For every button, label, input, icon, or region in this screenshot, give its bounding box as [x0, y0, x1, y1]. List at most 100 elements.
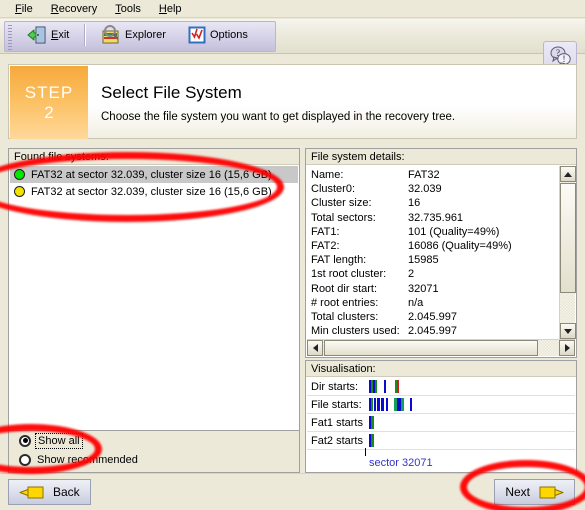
display-filter-group: Show all Show recommended — [8, 431, 300, 473]
visualisation-row-label: Dir starts: — [311, 380, 359, 393]
next-button[interactable]: Next — [494, 479, 575, 505]
file-system-list-item[interactable]: FAT32 at sector 32.039, cluster size 16 … — [10, 166, 298, 183]
visualisation-track[interactable] — [369, 434, 575, 447]
visualisation-mark — [371, 434, 374, 447]
detail-value: n/a — [408, 296, 424, 309]
menu-item-tools[interactable]: Tools — [106, 1, 150, 17]
menu-bar: File Recovery Tools Help — [0, 0, 585, 18]
visualisation-row: File starts: — [307, 396, 575, 414]
detail-row: FAT2: 16086 (Quality=49%) — [311, 239, 557, 253]
visualisation-mark — [374, 398, 376, 411]
visualisation-track[interactable] — [369, 380, 575, 393]
options-checklist-icon — [188, 26, 206, 44]
detail-key: Root dir start: — [311, 282, 378, 295]
detail-value: 15985 — [408, 254, 439, 267]
detail-value: 2.045.997 — [408, 310, 457, 323]
file-system-list-item[interactable]: FAT32 at sector 32.039, cluster size 16 … — [10, 183, 298, 200]
scroll-left-button[interactable] — [307, 340, 323, 356]
detail-row: Name: FAT32 — [311, 168, 557, 182]
horizontal-scroll-thumb[interactable] — [324, 340, 538, 356]
visualisation-track[interactable] — [369, 398, 575, 411]
navigation-bar: Back Next — [0, 473, 585, 510]
radio-button[interactable] — [19, 434, 31, 447]
detail-row: # root entries: n/a — [311, 296, 557, 310]
detail-row: FAT1: 101 (Quality=49%) — [311, 225, 557, 239]
detail-row: Cluster0: 32.039 — [311, 182, 557, 196]
detail-key: FAT length: — [311, 254, 367, 267]
details-vertical-scrollbar[interactable] — [559, 166, 576, 339]
detail-key: Min clusters used: — [311, 325, 400, 338]
detail-row: Min clusters used: 2.045.997 — [311, 324, 557, 338]
menu-item-file[interactable]: File — [6, 1, 42, 17]
radio-option-label: Show all — [35, 432, 83, 449]
page-subtitle: Choose the file system you want to get d… — [101, 111, 456, 123]
explorer-magnifier-icon — [101, 24, 121, 45]
radio-button[interactable] — [19, 453, 31, 466]
exit-button-label: Exit — [51, 28, 70, 41]
visualisation-mark — [371, 416, 374, 429]
scroll-right-button[interactable] — [559, 340, 575, 356]
menu-item-help[interactable]: Help — [150, 1, 191, 17]
visualisation-track[interactable] — [369, 416, 575, 429]
detail-key: Total clusters: — [311, 310, 379, 323]
visualisation-row: Fat2 starts — [307, 432, 575, 450]
detail-row: FAT length: 15985 — [311, 253, 557, 267]
detail-row: Root dir start: 32071 — [311, 282, 557, 296]
scroll-down-button[interactable] — [560, 323, 576, 339]
visualisation-row-label: Fat1 starts — [311, 416, 363, 429]
toolbar-grip[interactable] — [8, 25, 12, 50]
explorer-button[interactable]: Explorer — [96, 22, 171, 47]
scroll-up-button[interactable] — [560, 166, 576, 182]
svg-text:!: ! — [563, 54, 566, 64]
detail-value: 101 (Quality=49%) — [408, 225, 500, 238]
back-button[interactable]: Back — [8, 479, 91, 505]
step-number: 2 — [44, 102, 54, 122]
details-horizontal-scrollbar[interactable] — [307, 339, 575, 356]
radio-option-show-recommended[interactable]: Show recommended — [9, 450, 299, 469]
visualisation-row-label: Fat2 starts — [311, 434, 363, 447]
arrow-right-icon — [538, 485, 564, 500]
detail-key: FAT1: — [311, 225, 340, 238]
options-button[interactable]: Options — [183, 22, 253, 47]
application-window: File Recovery Tools Help Exit Explorer O… — [0, 0, 585, 510]
detail-key: Cluster size: — [311, 197, 372, 210]
visualisation-mark — [381, 398, 384, 411]
file-system-details-body: Name: FAT32 Cluster0: 32.039 Cluster size: 16… — [307, 166, 575, 356]
page-title: Select File System — [101, 83, 242, 102]
detail-value: FAT32 — [408, 169, 440, 181]
radio-option-label: Show recommended — [37, 453, 138, 466]
options-button-label: Options — [210, 28, 248, 41]
file-system-details-label: File system details: — [306, 149, 576, 165]
visualisation-row: Dir starts: — [307, 378, 575, 396]
visualisation-mark — [375, 380, 377, 393]
file-system-list-item-label: FAT32 at sector 32.039, cluster size 16 … — [31, 185, 272, 198]
toolbar-separator — [84, 24, 86, 46]
detail-value: 2.045.997 — [408, 325, 457, 338]
detail-key: # root entries: — [311, 296, 379, 309]
step-word: STEP — [24, 82, 74, 102]
step-header: STEP 2 Select File System Choose the fil… — [8, 64, 577, 139]
found-file-systems-panel: Found file systems: FAT32 at sector 32.0… — [8, 148, 300, 431]
explorer-button-label: Explorer — [125, 28, 166, 41]
menu-item-recovery[interactable]: Recovery — [42, 1, 106, 17]
detail-row: Total sectors: 32.735.961 — [311, 211, 557, 225]
detail-key: Total sectors: — [311, 211, 376, 224]
status-dot-icon — [14, 186, 25, 197]
visualisation-mark — [397, 380, 399, 393]
detail-row: 1st root cluster: 2 — [311, 267, 557, 281]
detail-value: 2 — [408, 268, 415, 281]
found-file-systems-list[interactable]: FAT32 at sector 32.039, cluster size 16 … — [10, 166, 298, 429]
toolbar: Exit Explorer Options ? ! — [0, 19, 585, 71]
detail-value: 32071 — [408, 282, 439, 295]
radio-option-show-all[interactable]: Show all — [9, 431, 299, 450]
exit-button[interactable]: Exit — [22, 22, 74, 47]
detail-key: Name: — [311, 169, 344, 181]
vertical-scroll-thumb[interactable] — [560, 183, 576, 293]
exit-door-icon — [27, 25, 47, 45]
visualisation-mark — [371, 398, 373, 411]
visualisation-panel: Visualisation: Dir starts: File starts: Fa… — [305, 360, 577, 473]
file-system-list-item-label: FAT32 at sector 32.039, cluster size 16 … — [31, 168, 272, 181]
status-dot-icon — [14, 169, 25, 180]
visualisation-mark — [401, 398, 404, 411]
detail-value: 32.039 — [408, 183, 442, 196]
